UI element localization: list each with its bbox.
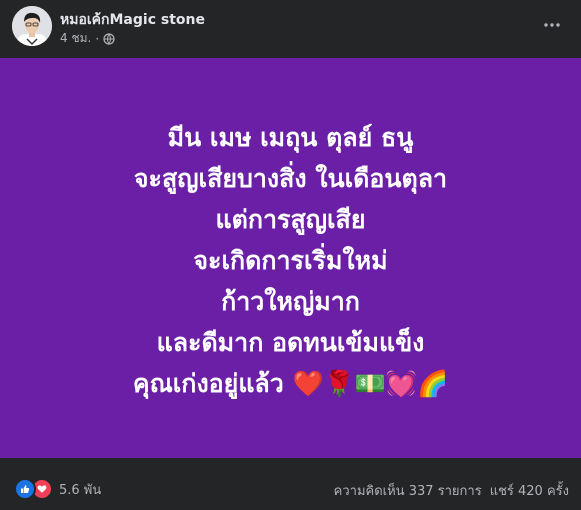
post-background[interactable]: มีน เมษ เมถุน ตุลย์ ธนู จะสูญเสียบางสิ่ง… (0, 58, 581, 458)
author-avatar[interactable] (12, 6, 52, 46)
post-text: มีน เมษ เมถุน ตุลย์ ธนู จะสูญเสียบางสิ่ง… (133, 117, 448, 404)
comment-count[interactable]: ความคิดเห็น 337 รายการ (334, 480, 482, 501)
post-stats: ความคิดเห็น 337 รายการ แชร์ 420 ครั้ง (334, 480, 569, 501)
post-line: ก้าวใหญ่มาก (221, 286, 360, 316)
post-time[interactable]: 4 ชม. (60, 29, 91, 48)
more-horizontal-icon (544, 23, 560, 27)
post-line: จะเกิดการเริ่มใหม่ (193, 245, 388, 275)
meta-separator: · (95, 31, 100, 46)
post-line: และดีมาก อดทนเข้มแข็ง (156, 327, 425, 357)
post-line: จะสูญเสียบางสิ่ง ในเดือนตุลา (133, 163, 448, 193)
like-icon (14, 478, 36, 500)
reactions-summary[interactable]: 5.6 พัน (14, 478, 101, 500)
globe-icon[interactable] (103, 32, 115, 45)
post-header: หมอเค้กMagic stone 4 ชม. · (0, 0, 581, 58)
share-count[interactable]: แชร์ 420 ครั้ง (490, 480, 569, 501)
reaction-count: 5.6 พัน (59, 482, 102, 498)
more-options-button[interactable] (539, 12, 565, 38)
author-name[interactable]: หมอเค้กMagic stone (60, 9, 205, 31)
avatar-image (12, 6, 52, 46)
post-line: คุณเก่งอยู่แล้ว ❤️🌹💵💓🌈 (132, 368, 449, 398)
post-card: หมอเค้กMagic stone 4 ชม. · มีน เมษ เมถุน… (0, 0, 581, 510)
post-line: แต่การสูญเสีย (215, 204, 366, 234)
post-footer: 5.6 พัน ความคิดเห็น 337 รายการ แชร์ 420 … (0, 458, 581, 510)
post-line: มีน เมษ เมถุน ตุลย์ ธนู (167, 122, 414, 152)
post-meta: 4 ชม. · (60, 29, 115, 48)
